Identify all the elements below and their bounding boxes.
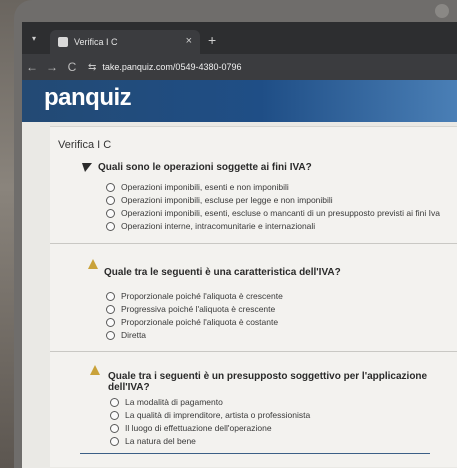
answer-label: Operazioni interne, intracomunitarie e i… [121,221,316,231]
answer-option[interactable]: Proporzionale poiché l'aliquota è costan… [106,317,278,327]
radio-button[interactable] [110,423,119,433]
answer-label: Proporzionale poiché l'aliquota è costan… [121,317,279,327]
answer-option[interactable]: Operazioni imponibili, esenti e non impo… [106,182,289,192]
radio-button[interactable] [110,397,119,407]
panquiz-logo: panquiz [44,84,132,111]
tab-list-icon[interactable]: ▾ [32,34,36,43]
site-settings-icon[interactable]: ⇆ [88,62,96,73]
radio-button[interactable] [106,291,115,301]
radio-button[interactable] [106,304,115,314]
radio-button[interactable] [106,195,115,205]
answer-option[interactable]: La modalità di pagamento [110,397,223,407]
question-3-text: Quale tra i seguenti è un presupposto so… [108,371,428,393]
radio-button[interactable] [106,182,115,192]
tab-verifica[interactable]: Verifica I C × [50,30,200,54]
new-tab-button[interactable]: + [208,32,216,48]
answer-option[interactable]: Diretta [106,330,146,340]
radio-button[interactable] [106,330,115,340]
answer-label: Diretta [121,330,147,340]
answer-label: La modalità di pagamento [125,397,223,407]
answer-label: Proporzionale poiché l'aliquota è cresce… [121,291,283,301]
divider [50,351,457,352]
tab-bar: ▾ Verifica I C × + [22,22,457,54]
answer-option[interactable]: La natura del bene [110,436,196,446]
divider [50,243,457,244]
radio-button[interactable] [106,221,115,231]
question-flag-icon [90,365,100,375]
quiz-content: Verifica I C Quali sono le operazioni so… [50,126,457,467]
browser-window: ▾ Verifica I C × + ← → C ⇆ take.panquiz.… [22,22,457,468]
answer-label: Operazioni imponibili, esenti, escluse o… [121,208,440,218]
answer-label: Il luogo di effettuazione dell'operazion… [125,423,272,433]
address-toolbar: ← → C ⇆ take.panquiz.com/0549-4380-0796 [22,54,457,80]
answer-option[interactable]: La qualità di imprenditore, artista o pr… [110,410,310,420]
question-1-text: Quali sono le operazioni soggette ai fin… [98,162,312,173]
radio-button[interactable] [110,410,119,420]
answer-option[interactable]: Il luogo di effettuazione dell'operazion… [110,423,272,433]
answer-label: La natura del bene [125,436,196,446]
forward-icon[interactable]: → [42,60,62,74]
page-title: Verifica I C [58,139,112,151]
answer-label: La qualità di imprenditore, artista o pr… [125,410,311,420]
app-header: panquiz [22,80,457,122]
answer-option[interactable]: Operazioni imponibili, esenti, escluse o… [106,208,440,218]
back-icon[interactable]: ← [22,60,42,74]
answer-label: Progressiva poiché l'aliquota è crescent… [121,304,276,314]
answer-option[interactable]: Progressiva poiché l'aliquota è crescent… [106,304,275,314]
question-flag-icon [88,259,98,269]
favicon-icon [58,37,68,47]
answer-label: Operazioni imponibili, esenti e non impo… [121,182,289,192]
question-2-text: Quale tra le seguenti è una caratteristi… [104,267,341,278]
radio-button[interactable] [106,208,115,218]
close-tab-icon[interactable]: × [186,35,192,47]
answer-label: Operazioni imponibili, escluse per legge… [121,195,333,205]
answer-option[interactable]: Operazioni imponibili, escluse per legge… [106,195,333,205]
answer-option[interactable]: Operazioni interne, intracomunitarie e i… [106,221,315,231]
camera-dot [435,4,449,18]
radio-button[interactable] [110,436,119,446]
radio-button[interactable] [106,317,115,327]
address-bar[interactable]: take.panquiz.com/0549-4380-0796 [102,62,241,72]
bottom-divider [80,453,430,454]
answer-option[interactable]: Proporzionale poiché l'aliquota è cresce… [106,291,283,301]
reload-icon[interactable]: C [62,60,82,74]
tab-title: Verifica I C [74,37,118,47]
question-flag-icon [82,163,92,172]
